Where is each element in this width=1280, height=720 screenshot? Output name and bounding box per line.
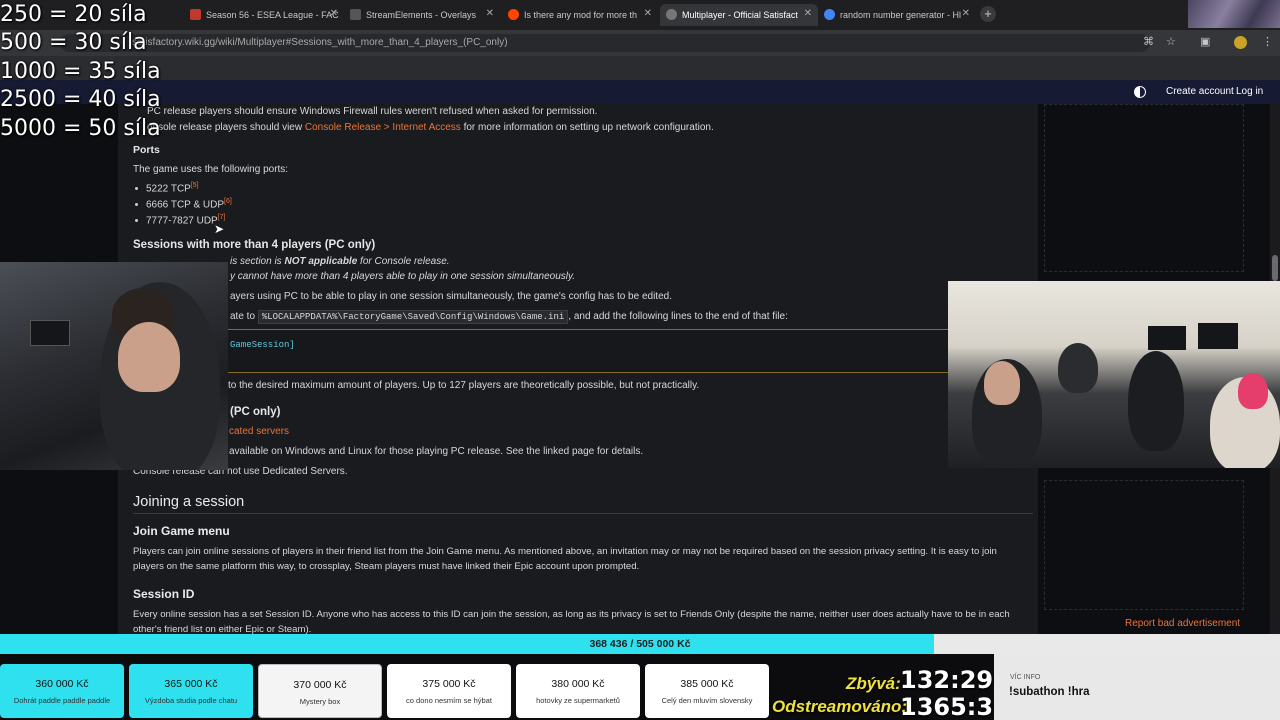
code-block — [228, 329, 948, 373]
dedicated-available-text: available on Windows and Linux for those… — [229, 446, 644, 457]
tab-label: Is there any mod for more th — [524, 10, 638, 20]
tab-label: random number generator - Hl — [840, 10, 962, 20]
window-background-art — [1188, 0, 1280, 28]
firewall-text: PC release players should ensure Windows… — [147, 106, 598, 117]
navigate-text: ate to %LOCALAPPDATA%\FactoryGame\Saved\… — [230, 310, 788, 324]
dedicated-heading: (PC only) — [230, 406, 281, 418]
monitor — [30, 320, 70, 346]
note-limit: y cannot have more than 4 players able t… — [230, 271, 576, 282]
milestone-card: 365 000 Kč Výzdoba studia podle chatu — [129, 664, 253, 718]
milestone-card: 370 000 Kč Mystery box — [258, 664, 382, 718]
google-icon — [824, 9, 835, 20]
console-internet-link[interactable]: Console Release > Internet Access — [305, 122, 461, 133]
menu-icon[interactable]: ⋮ — [1262, 35, 1273, 48]
ref-link[interactable]: [5] — [191, 182, 199, 189]
info-command: !subathon !hra — [1009, 686, 1090, 698]
join-paragraph: Players can join online sessions of play… — [133, 546, 997, 557]
config-intro: ayers using PC to be able to play in one… — [230, 291, 672, 302]
ref-link[interactable]: [7] — [218, 214, 226, 221]
bookmarks-bar — [0, 56, 1280, 80]
info-label: VÍC INFO — [1010, 674, 1041, 681]
level-line: 5000 = 50 síla — [0, 116, 161, 141]
webcam-streamer — [0, 262, 228, 470]
close-icon[interactable]: ✕ — [486, 8, 494, 19]
heading-divider — [133, 513, 1033, 514]
console-text: onsole release players should view Conso… — [147, 122, 714, 133]
join-paragraph: players on the same platform this way, t… — [133, 561, 640, 572]
goal-text: 368 436 / 505 000 Kč — [589, 638, 691, 650]
extensions-icon[interactable]: ▣ — [1200, 35, 1210, 48]
code-line: GameSession] — [230, 340, 295, 350]
remaining-label: Zbývá: — [846, 674, 901, 693]
sessions-heading: Sessions with more than 4 players (PC on… — [133, 239, 376, 251]
session-id-heading: Session ID — [133, 587, 195, 601]
tab-label: Season 56 - ESEA League - FAC — [206, 10, 339, 20]
tab-label: Multiplayer - Official Satisfact — [682, 10, 798, 20]
monitor — [1148, 326, 1186, 350]
config-path-code: %LOCALAPPDATA%\FactoryGame\Saved\Config\… — [257, 310, 569, 324]
webcam-studio — [948, 281, 1280, 468]
level-line: 2500 = 40 síla — [0, 87, 161, 112]
ports-heading: Ports — [133, 144, 160, 156]
star-icon[interactable]: ☆ — [1166, 35, 1176, 48]
milestone-card: 385 000 Kč Celý den mluvím slovensky — [645, 664, 769, 718]
bullet — [135, 187, 138, 190]
faceit-icon — [190, 9, 201, 20]
site-header — [0, 80, 1280, 104]
note-not-applicable: is section is NOT applicable for Console… — [230, 256, 450, 267]
ad-slot — [1044, 480, 1244, 610]
ad-slot — [1044, 104, 1244, 272]
scrollbar-thumb[interactable] — [1272, 255, 1278, 281]
monitor — [1198, 323, 1238, 349]
port-item: 6666 TCP & UDP[6] — [146, 198, 232, 211]
headphones — [1238, 373, 1268, 409]
ref-link[interactable]: [6] — [224, 198, 232, 205]
close-icon[interactable]: ✕ — [330, 8, 338, 19]
reddit-icon — [508, 9, 519, 20]
tab-label: StreamElements - Overlays — [366, 10, 477, 20]
mouse-cursor-icon: ➤ — [214, 222, 225, 236]
login-link[interactable]: Log in — [1236, 86, 1263, 97]
level-line: 250 = 20 síla — [0, 2, 147, 27]
max-players-text: to the desired maximum amount of players… — [228, 380, 700, 391]
tab-esea[interactable]: Season 56 - ESEA League - FAC ✕ — [184, 4, 344, 26]
ports-intro: The game uses the following ports: — [133, 164, 289, 175]
close-icon[interactable]: ✕ — [804, 8, 812, 19]
person-silhouette — [1058, 343, 1098, 393]
streamer-face — [118, 322, 180, 392]
translate-icon[interactable]: ⌘ — [1143, 35, 1154, 48]
level-line: 1000 = 35 síla — [0, 59, 161, 84]
bullet — [135, 219, 138, 222]
milestone-card: 375 000 Kč co dono nesmím se hýbat — [387, 664, 511, 718]
close-icon[interactable]: ✕ — [962, 8, 970, 19]
joining-heading: Joining a session — [133, 494, 245, 510]
level-line: 500 = 30 síla — [0, 30, 147, 55]
bullet — [135, 203, 138, 206]
milestone-card: 360 000 Kč Dohrát paddle paddle paddle — [0, 664, 124, 718]
tab-random[interactable]: random number generator - Hl ✕ — [818, 4, 976, 26]
tab-streamelements[interactable]: StreamElements - Overlays ✕ — [344, 4, 500, 26]
milestone-card: 380 000 Kč hotovky ze supermarketů — [516, 664, 640, 718]
streamelements-icon — [350, 9, 361, 20]
person-face — [984, 361, 1020, 405]
person-silhouette — [1128, 351, 1184, 451]
globe-icon — [666, 9, 677, 20]
avatar[interactable] — [1234, 36, 1247, 49]
url-field[interactable]: satisfactory.wiki.gg/wiki/Multiplayer#Se… — [60, 34, 1150, 52]
dedicated-servers-link[interactable]: cated servers — [229, 426, 289, 437]
create-account-link[interactable]: Create account — [1166, 86, 1234, 97]
streamed-label: Odstreamováno: — [772, 697, 908, 716]
report-ad-link[interactable]: Report bad advertisement — [1125, 618, 1240, 629]
tab-multiplayer[interactable]: Multiplayer - Official Satisfact ✕ — [660, 4, 818, 26]
close-icon[interactable]: ✕ — [644, 8, 652, 19]
session-id-paragraph: Every online session has a set Session I… — [133, 609, 1010, 620]
theme-toggle-icon[interactable] — [1134, 86, 1146, 98]
port-item: 5222 TCP[5] — [146, 182, 199, 195]
tab-reddit[interactable]: Is there any mod for more th ✕ — [502, 4, 658, 26]
join-menu-heading: Join Game menu — [133, 524, 230, 538]
new-tab-button[interactable]: + — [980, 6, 996, 22]
